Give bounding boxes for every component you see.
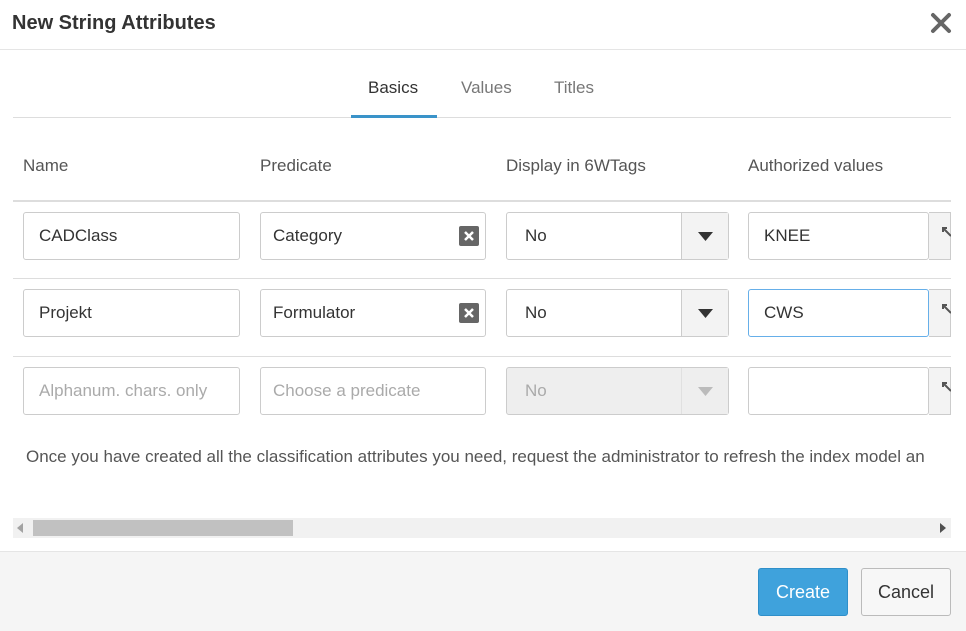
display-select-value: No [525, 303, 547, 322]
close-button[interactable] [928, 10, 954, 36]
display-select[interactable]: No [506, 289, 729, 337]
dialog-header: New String Attributes [0, 0, 966, 50]
authorized-values-input[interactable]: KNEE [748, 212, 929, 260]
tab-bar: Basics Values Titles [13, 60, 951, 118]
pin-icon [942, 227, 952, 237]
predicate-input[interactable]: Choose a predicate [260, 367, 486, 415]
caret-down-icon [698, 232, 713, 241]
pin-icon [942, 382, 952, 392]
column-header-authorized-values: Authorized values [748, 156, 884, 175]
close-icon [931, 13, 951, 33]
info-note: Once you have created all the classifica… [26, 447, 925, 466]
horizontal-scrollbar[interactable] [13, 518, 951, 538]
create-button[interactable]: Create [758, 568, 848, 616]
dropdown-toggle [681, 368, 728, 414]
dropdown-toggle[interactable] [681, 213, 728, 259]
pin-button[interactable] [929, 212, 952, 260]
predicate-value: Formulator [273, 303, 356, 322]
name-input[interactable]: Alphanum. chars. only [23, 367, 240, 415]
dialog-footer: Create Cancel [0, 551, 966, 631]
row-divider [13, 278, 951, 279]
pin-button[interactable] [929, 289, 952, 337]
name-input[interactable]: CADClass [23, 212, 240, 260]
row-divider [13, 356, 951, 357]
tab-titles[interactable]: Titles [554, 78, 594, 98]
authorized-values-input[interactable]: CWS [748, 289, 929, 337]
display-select-value: No [525, 381, 547, 400]
caret-down-icon [698, 387, 713, 396]
predicate-value: Category [273, 226, 342, 245]
name-input[interactable]: Projekt [23, 289, 240, 337]
tab-values[interactable]: Values [461, 78, 512, 98]
scroll-left-icon[interactable] [17, 523, 23, 533]
predicate-input[interactable]: Category [260, 212, 486, 260]
caret-down-icon [698, 309, 713, 318]
display-select: No [506, 367, 729, 415]
predicate-input[interactable]: Formulator [260, 289, 486, 337]
cancel-button[interactable]: Cancel [861, 568, 951, 616]
active-tab-indicator [351, 115, 437, 118]
table-header-divider [13, 200, 951, 202]
scroll-right-icon[interactable] [940, 523, 946, 533]
new-string-attributes-dialog: New String Attributes Basics Values Titl… [0, 0, 966, 631]
dropdown-toggle[interactable] [681, 290, 728, 336]
clear-icon[interactable] [459, 226, 479, 246]
pin-icon [942, 304, 952, 314]
display-select[interactable]: No [506, 212, 729, 260]
display-select-value: No [525, 226, 547, 245]
tab-basics[interactable]: Basics [368, 78, 418, 98]
pin-button[interactable] [929, 367, 952, 415]
clear-icon[interactable] [459, 303, 479, 323]
column-header-display: Display in 6WTags [506, 156, 646, 175]
dialog-title: New String Attributes [12, 12, 216, 34]
column-header-predicate: Predicate [260, 156, 332, 175]
scrollbar-thumb[interactable] [33, 520, 293, 536]
column-header-name: Name [23, 156, 69, 175]
authorized-values-input[interactable] [748, 367, 929, 415]
